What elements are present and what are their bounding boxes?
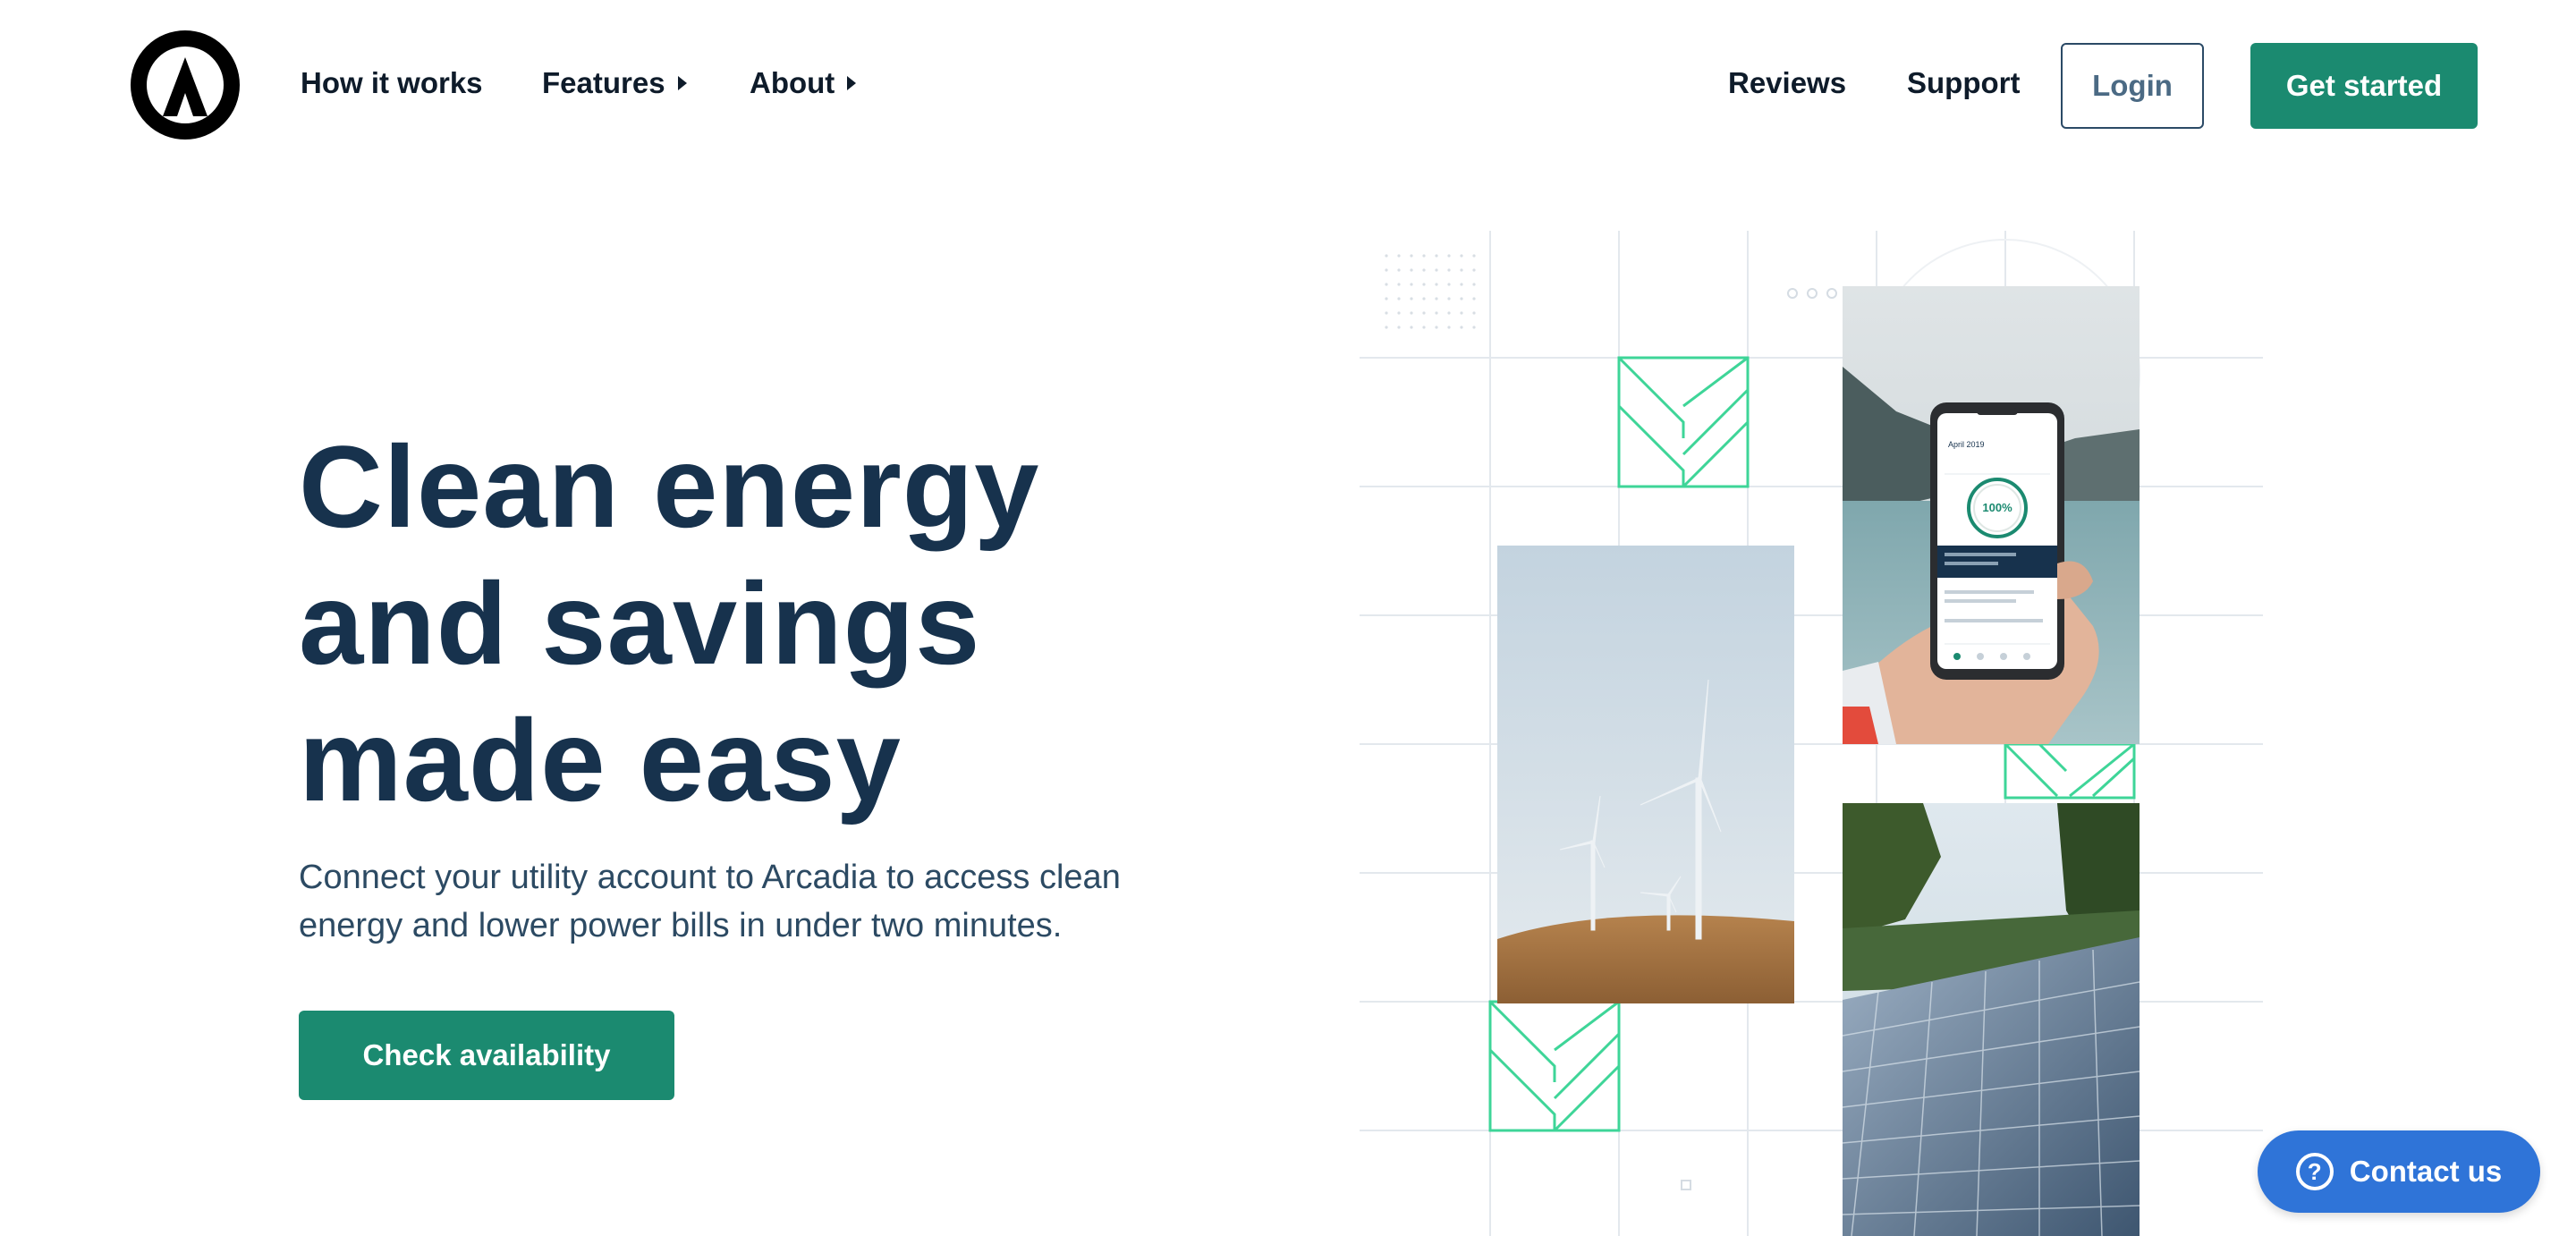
nav-how-it-works-label: How it works xyxy=(301,66,483,99)
check-availability-button[interactable]: Check availability xyxy=(299,1011,674,1100)
caret-right-icon xyxy=(847,76,857,90)
nav-features-label: Features xyxy=(542,66,665,99)
get-started-button[interactable]: Get started xyxy=(2250,43,2478,129)
hero-graphic: April 2019 100% xyxy=(1360,231,2263,1236)
phone-app-photo: April 2019 100% xyxy=(1843,286,2140,744)
contact-us-button[interactable]: ? Contact us xyxy=(2258,1130,2540,1213)
hero-title-line: made easy xyxy=(299,695,902,825)
nav-how-it-works[interactable]: How it works xyxy=(301,66,483,100)
nav-reviews-label: Reviews xyxy=(1728,66,1847,99)
hero-subtitle: Connect your utility account to Arcadia … xyxy=(299,853,1193,950)
hero-title-line: Clean energy xyxy=(299,421,1040,552)
hero-subtitle-line: energy and lower power bills in under tw… xyxy=(299,907,1063,944)
solar-panels-photo xyxy=(1843,803,2140,1236)
contact-us-label: Contact us xyxy=(2349,1155,2503,1188)
nav-features[interactable]: Features xyxy=(542,66,687,100)
login-button[interactable]: Login xyxy=(2061,43,2204,129)
phone-percent: 100% xyxy=(1982,501,2012,514)
nav-support[interactable]: Support xyxy=(1907,66,2020,100)
logo[interactable] xyxy=(131,30,240,140)
hero-title: Clean energy and savings made easy xyxy=(299,419,1193,829)
nav-reviews[interactable]: Reviews xyxy=(1728,66,1846,100)
caret-right-icon xyxy=(677,76,687,90)
hero-title-line: and savings xyxy=(299,558,981,689)
phone-date: April 2019 xyxy=(1948,440,1985,449)
nav-about[interactable]: About xyxy=(750,66,857,100)
nav-about-label: About xyxy=(750,66,835,99)
question-circle-icon: ? xyxy=(2295,1153,2334,1190)
hero-subtitle-line: Connect your utility account to Arcadia … xyxy=(299,859,1121,896)
nav-support-label: Support xyxy=(1907,66,2021,99)
wind-turbines-photo xyxy=(1497,546,1794,1003)
